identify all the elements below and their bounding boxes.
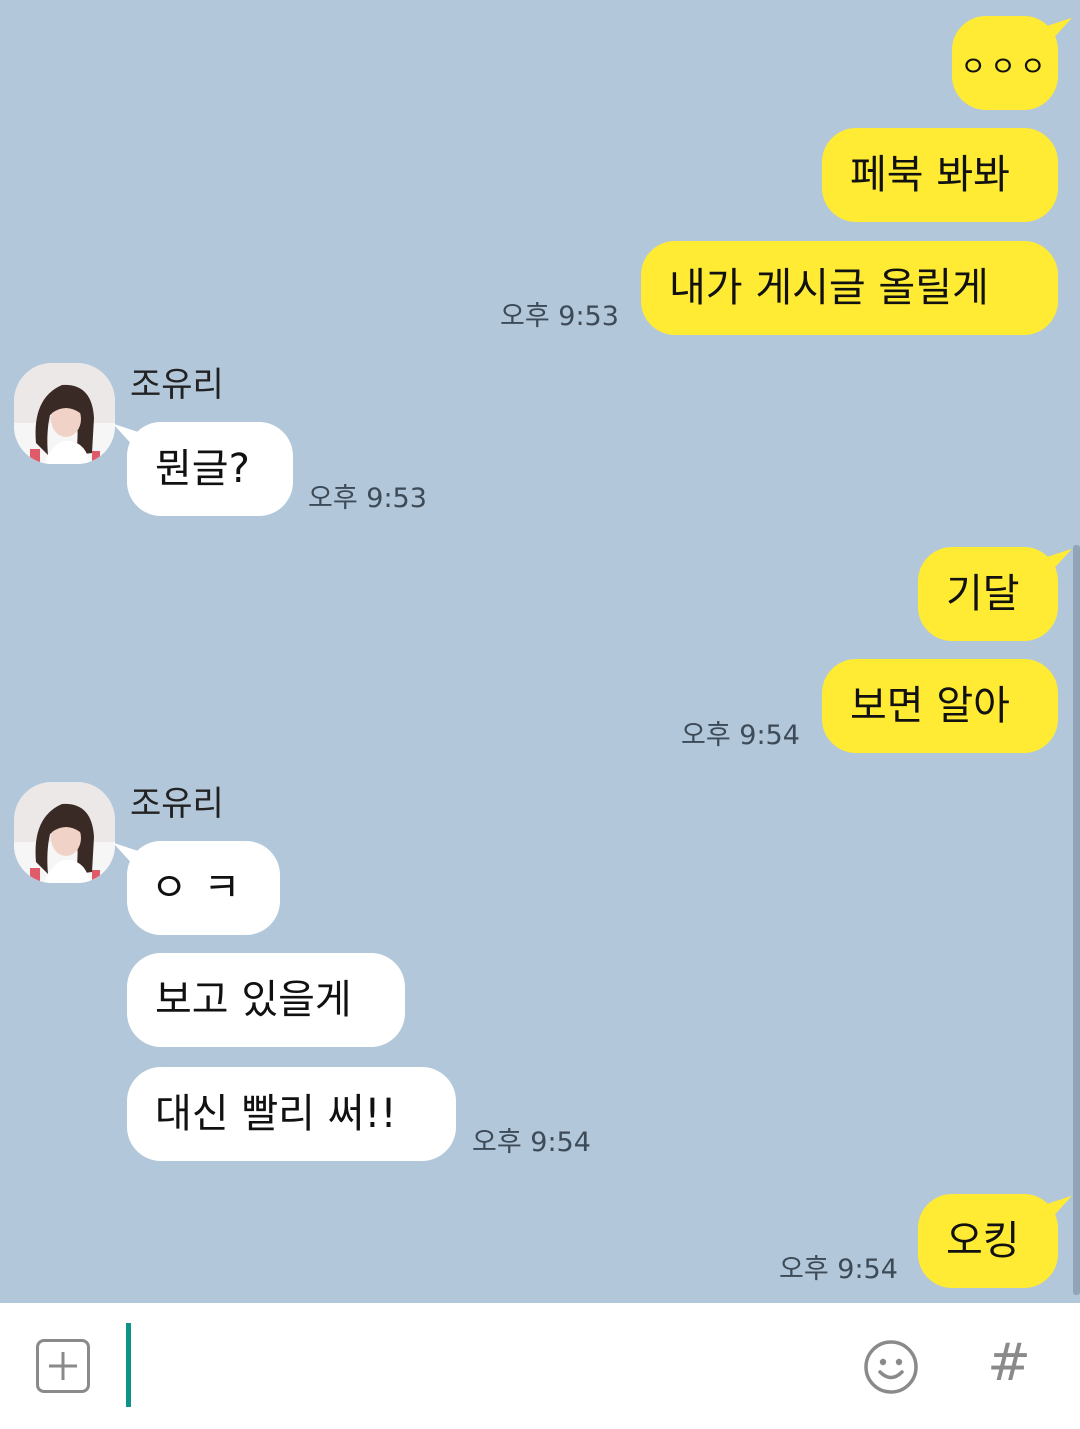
message-text: 오킹 (946, 1218, 1020, 1264)
friend-message-bubble[interactable]: 보고 있을게 (127, 953, 405, 1047)
message-text: ㅇㅋ (150, 865, 257, 911)
message-timestamp: 오후 9:54 (779, 1254, 898, 1285)
my-message-bubble[interactable]: 내가 게시글 올릴게 (641, 241, 1058, 335)
my-message-bubble[interactable]: 보면 알아 (822, 659, 1058, 753)
message-text: 보면 알아 (850, 683, 1010, 729)
emoji-icon (864, 1340, 918, 1394)
friend-message-bubble[interactable]: ㅇㅋ (127, 841, 280, 935)
plus-square-icon[interactable] (36, 1339, 90, 1393)
my-message-bubble[interactable]: 페북 봐봐 (822, 128, 1058, 222)
message-text: 페북 봐봐 (850, 152, 1010, 198)
message-timestamp: 오후 9:54 (472, 1127, 591, 1158)
message-text: 보고 있을게 (155, 977, 352, 1023)
avatar[interactable] (14, 363, 115, 464)
friend-message-bubble[interactable]: 대신 빨리 써!! (127, 1067, 456, 1161)
message-timestamp: 오후 9:53 (308, 483, 427, 514)
scrollbar-thumb[interactable] (1073, 545, 1080, 1295)
message-text: ㅇㅇㅇ (960, 50, 1050, 83)
message-text: 뭔글? (155, 446, 250, 492)
message-text: 내가 게시글 올릴게 (669, 265, 989, 311)
my-message-bubble[interactable]: 오킹 (918, 1194, 1058, 1288)
message-input[interactable] (120, 1323, 844, 1409)
profile-photo-icon (14, 782, 115, 883)
smiley-icon[interactable] (863, 1339, 919, 1395)
my-message-bubble[interactable]: ㅇㅇㅇ (952, 16, 1058, 110)
sender-name: 조유리 (130, 365, 224, 405)
message-text: 기달 (946, 571, 1020, 617)
message-text: 대신 빨리 써!! (155, 1091, 397, 1137)
my-message-bubble[interactable]: 기달 (918, 547, 1058, 641)
message-input-bar: # (0, 1303, 1080, 1429)
friend-message-bubble[interactable]: 뭔글? (127, 422, 293, 516)
sender-name: 조유리 (130, 784, 224, 824)
message-timestamp: 오후 9:54 (681, 720, 800, 751)
avatar[interactable] (14, 782, 115, 883)
message-timestamp: 오후 9:53 (500, 301, 619, 332)
chat-area[interactable]: ㅇㅇㅇ 페북 봐봐 내가 게시글 올릴게 오후 9:53 조유리 뭔글? 오후 … (0, 0, 1080, 1303)
hash-icon[interactable]: # (986, 1333, 1032, 1393)
plus-icon (49, 1352, 77, 1380)
profile-photo-icon (14, 363, 115, 464)
